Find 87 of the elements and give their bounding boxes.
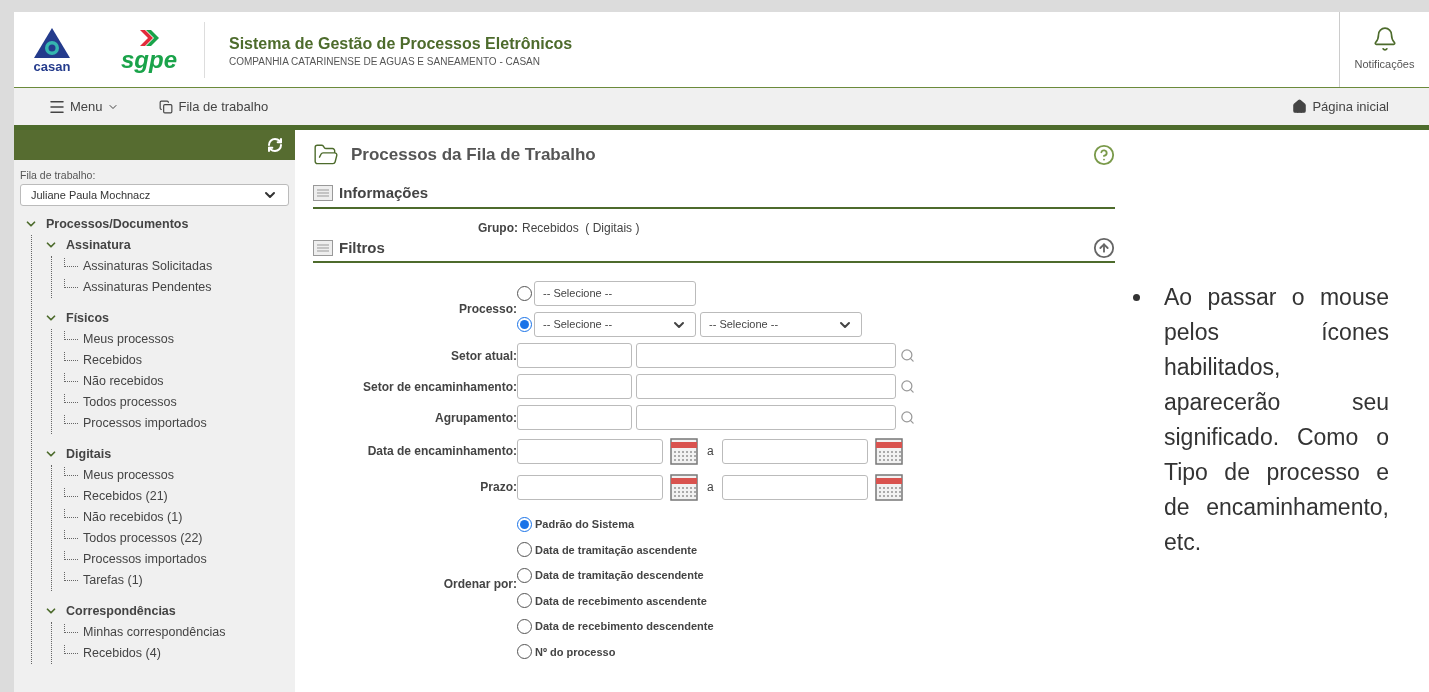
tree-item[interactable]: Todos processos (22) bbox=[83, 528, 203, 548]
field-label: Agrupamento: bbox=[434, 409, 517, 427]
home-link[interactable]: Página inicial bbox=[1292, 96, 1389, 117]
radio-button[interactable] bbox=[517, 286, 532, 301]
worklist-button[interactable]: Fila de trabalho bbox=[158, 96, 269, 117]
radio-button[interactable] bbox=[517, 618, 532, 634]
radio-label[interactable]: Data de recebimento ascendente bbox=[535, 592, 707, 609]
radio-button[interactable] bbox=[517, 317, 532, 332]
queue-select[interactable]: Juliane Paula Mochnacz bbox=[20, 183, 289, 206]
annotation-note: Ao passar o mouse pelos ícones habilitados, aparecerão seu significado. Como o Tipo de processo e de encaminhamento, etc. bbox=[1164, 283, 1389, 557]
notifications-link[interactable]: Notificações bbox=[1354, 56, 1415, 73]
search-icon[interactable] bbox=[900, 379, 915, 394]
copy-icon bbox=[158, 99, 173, 114]
date-field[interactable] bbox=[517, 438, 663, 464]
select-field[interactable]: -- Selecione -- bbox=[534, 312, 696, 337]
date-field[interactable] bbox=[721, 438, 868, 464]
tree-item[interactable]: Meus processos bbox=[83, 329, 174, 349]
calendar-icon[interactable] bbox=[873, 472, 904, 502]
section-heading: Filtros bbox=[339, 237, 385, 258]
tree-item[interactable]: Recebidos (4) bbox=[83, 643, 161, 663]
list-icon bbox=[313, 239, 333, 256]
group-value: Recebidos ( Digitais ) bbox=[522, 219, 640, 237]
field-label: Ordenar por: bbox=[442, 576, 517, 593]
field-label: Setor de encaminhamento: bbox=[361, 378, 517, 396]
tree-item[interactable]: Não recebidos (1) bbox=[83, 507, 183, 527]
tree-item[interactable]: Não recebidos bbox=[83, 371, 164, 391]
menu-button[interactable]: Menu bbox=[48, 96, 119, 117]
radio-button[interactable] bbox=[517, 593, 532, 609]
range-separator: a bbox=[707, 479, 714, 496]
radio-button[interactable] bbox=[517, 516, 532, 532]
tree-item[interactable]: Recebidos (21) bbox=[83, 486, 168, 506]
tree-group[interactable]: Assinatura bbox=[66, 235, 131, 255]
input-field[interactable] bbox=[636, 405, 896, 430]
tree-item[interactable]: Recebidos bbox=[83, 350, 143, 370]
input-field[interactable]: -- Selecione -- bbox=[534, 281, 696, 306]
calendar-icon[interactable] bbox=[873, 436, 904, 466]
range-separator: a bbox=[707, 443, 714, 460]
field-label: Grupo: bbox=[478, 219, 518, 237]
radio-button[interactable] bbox=[517, 644, 532, 660]
field-label: Prazo: bbox=[479, 479, 517, 496]
field-label: Processo: bbox=[457, 301, 517, 318]
input-field[interactable] bbox=[636, 343, 896, 368]
tree-item[interactable]: Tarefas (1) bbox=[83, 570, 143, 590]
tree-item[interactable]: Minhas correspondências bbox=[83, 622, 226, 642]
tree-group[interactable]: Correspondências bbox=[66, 601, 176, 621]
radio-label[interactable]: Data de tramitação descendente bbox=[535, 567, 704, 584]
radio-label[interactable]: Nº do processo bbox=[535, 643, 616, 660]
help-icon[interactable] bbox=[1093, 144, 1115, 166]
tree-group[interactable]: Digitais bbox=[66, 444, 112, 464]
date-field[interactable] bbox=[721, 474, 868, 500]
radio-button[interactable] bbox=[517, 567, 532, 583]
tree-item[interactable]: Todos processos bbox=[83, 392, 177, 412]
collapse-icon[interactable] bbox=[1093, 236, 1115, 259]
casan-logo: casan bbox=[32, 26, 72, 73]
page-title: Processos da Fila de Trabalho bbox=[351, 144, 596, 167]
refresh-icon[interactable] bbox=[267, 137, 283, 153]
field-label: Fila de trabalho: bbox=[20, 168, 97, 183]
app-title: Sistema de Gestão de Processos Eletrônicos bbox=[229, 34, 574, 54]
date-field[interactable] bbox=[517, 474, 663, 500]
field-label: Setor atual: bbox=[450, 347, 517, 365]
input-field[interactable] bbox=[517, 343, 632, 368]
input-field[interactable] bbox=[517, 374, 632, 399]
radio-label[interactable]: Data de tramitação ascendente bbox=[535, 541, 697, 558]
section-heading: Informações bbox=[339, 183, 429, 203]
search-icon[interactable] bbox=[900, 410, 915, 425]
tree-group[interactable]: Físicos bbox=[66, 308, 110, 328]
input-field[interactable] bbox=[636, 374, 896, 399]
field-label: Data de encaminhamento: bbox=[366, 443, 517, 460]
calendar-icon[interactable] bbox=[669, 472, 699, 502]
radio-button[interactable] bbox=[517, 542, 532, 558]
bullet-icon bbox=[1133, 294, 1140, 301]
radio-label[interactable]: Padrão do Sistema bbox=[535, 516, 635, 533]
input-field[interactable] bbox=[517, 405, 632, 430]
tree-item[interactable]: Processos importados bbox=[83, 549, 207, 569]
radio-label[interactable]: Data de recebimento descendente bbox=[535, 618, 714, 635]
home-icon bbox=[1292, 99, 1308, 114]
tree-item[interactable]: Meus processos bbox=[83, 465, 174, 485]
tree-item[interactable]: Processos importados bbox=[83, 413, 207, 433]
tree-group[interactable]: Processos/Documentos bbox=[46, 214, 189, 234]
search-icon[interactable] bbox=[900, 348, 915, 363]
sgpe-logo: sgpe bbox=[104, 27, 194, 72]
tree-item[interactable]: Assinaturas Pendentes bbox=[83, 277, 212, 297]
list-icon bbox=[313, 185, 333, 202]
calendar-icon[interactable] bbox=[669, 436, 699, 466]
select-field[interactable]: -- Selecione -- bbox=[700, 312, 862, 337]
tree-item[interactable]: Assinaturas Solicitadas bbox=[83, 256, 213, 276]
company-name: COMPANHIA CATARINENSE DE AGUAS E SANEAMENTO - CASAN bbox=[229, 56, 541, 67]
